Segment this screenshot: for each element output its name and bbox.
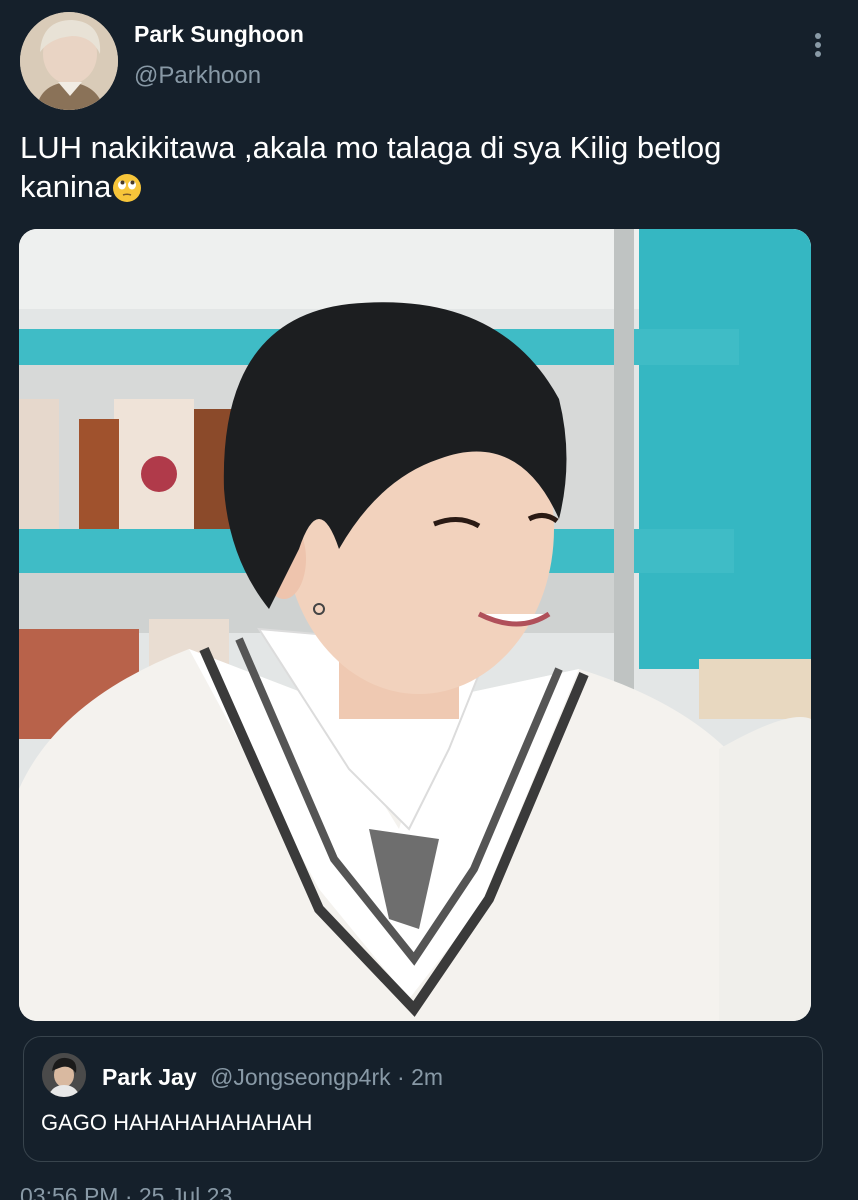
quoted-tweet-text: GAGO HAHAHAHAHAHAH [41,1110,313,1135]
author-handle[interactable]: @Parkhoon [134,62,261,90]
tweet-photo[interactable] [19,229,811,1021]
quoted-author-avatar [42,1053,86,1097]
tweet-timestamp[interactable]: 03:56 PM · 25 Jul 23 [20,1183,232,1200]
author-display-name[interactable]: Park Sunghoon [134,21,304,48]
rolling-eyes-emoji-icon [112,173,142,212]
more-options-icon[interactable] [806,30,830,60]
quoted-author-display-name: Park Jay [102,1064,197,1090]
quoted-tweet[interactable]: Park Jay @Jongseongp4rk · 2m GAGO HAHAHA… [23,1036,823,1162]
author-avatar[interactable] [20,12,118,110]
tweet-text: LUH nakikitawa ,akala mo talaga di sya K… [20,128,820,212]
tweet-card: Park Sunghoon @Parkhoon LUH nakikitawa ,… [0,0,858,1200]
quoted-author-handle-time: @Jongseongp4rk · 2m [210,1064,444,1090]
